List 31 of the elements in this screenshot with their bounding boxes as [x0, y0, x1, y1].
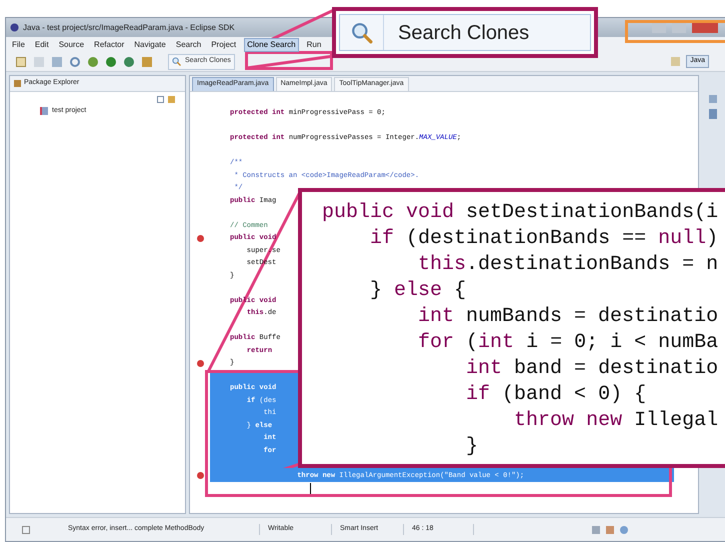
code-line: if (destinationBands == null): [369, 226, 720, 252]
code-line: public void setDestinationBands(i: [322, 200, 720, 226]
search-clones-button[interactable]: Search Clones: [339, 14, 591, 51]
menu-item[interactable]: Refactor: [92, 38, 126, 50]
error-marker-icon: [196, 360, 204, 367]
code-line: }: [465, 434, 480, 460]
close-icon[interactable]: [692, 22, 718, 32]
menu-item[interactable]: Search: [174, 38, 204, 50]
menu-item[interactable]: Source: [56, 38, 86, 50]
menu-item[interactable]: Project: [209, 38, 238, 50]
error-marker-icon: [196, 472, 204, 480]
minimize-icon[interactable]: [652, 22, 666, 32]
menu-item[interactable]: File: [10, 38, 27, 50]
code-line: int band = destinatio: [465, 356, 720, 382]
code-line: throw new Illegal: [513, 408, 720, 434]
new-icon[interactable]: [16, 56, 26, 66]
code-line: for (int i = 0; i < numBa: [417, 330, 720, 356]
code-line: if (band < 0) {: [465, 382, 648, 408]
project-icon: [40, 107, 48, 116]
code-line: this.destinationBands = n: [417, 252, 720, 278]
menu-item[interactable]: Run: [304, 38, 324, 50]
code-line: } else {: [369, 278, 468, 304]
window-title: Java - test project/src/ImageReadParam.java - Eclipse SDK: [23, 22, 235, 34]
menu-item[interactable]: Edit: [32, 38, 51, 50]
error-marker-icon: [196, 234, 204, 242]
code-line: int numBands = destinatio: [417, 304, 720, 330]
app-icon: [10, 23, 19, 32]
menu-item[interactable]: Navigate: [132, 38, 168, 50]
maximize-icon[interactable]: [672, 22, 686, 32]
collapse-icon[interactable]: [157, 96, 164, 102]
menu-item[interactable]: Clone Search: [244, 38, 299, 52]
